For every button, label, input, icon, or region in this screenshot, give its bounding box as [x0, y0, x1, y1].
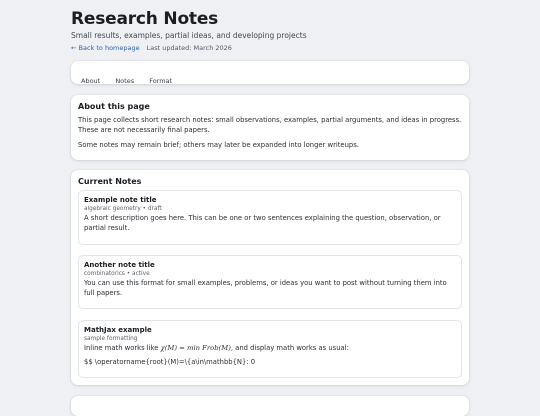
nav-item-notes[interactable]: Notes — [115, 77, 134, 85]
about-heading: About this page — [78, 102, 150, 111]
about-section: About this page This page collects short… — [71, 95, 469, 160]
nav-item-format[interactable]: Format — [149, 77, 172, 85]
note-description: A short description goes here. This can … — [84, 214, 441, 232]
back-to-homepage-link[interactable]: ← Back to homepage — [71, 44, 140, 52]
nav-item-about[interactable]: About — [81, 77, 100, 85]
page-title: Research Notes — [71, 9, 219, 29]
next-section-card — [71, 396, 469, 416]
inline-prefix: Inline math works like — [84, 344, 161, 352]
note-description: You can use this format for small exampl… — [84, 279, 447, 297]
notes-heading: Current Notes — [78, 177, 142, 186]
note-tags: sample formatting — [84, 336, 138, 342]
inline-suffix: , and display math works as usual: — [230, 344, 349, 352]
last-updated-text: Last updated: March 2026 — [146, 44, 232, 52]
note-title: MathJax example — [84, 326, 152, 334]
note-title: Example note title — [84, 196, 157, 204]
note-tags: combinatorics • active — [84, 271, 150, 277]
inline-math: χ(M) = min Frob(M) — [160, 344, 231, 352]
nav-bar: About Notes Format — [71, 61, 469, 85]
note-card: Example note title algebraic geometry • … — [78, 190, 462, 245]
note-description: Inline math works like χ(M) = min Frob(M… — [84, 343, 456, 353]
note-tags: algebraic geometry • draft — [84, 206, 162, 212]
note-title: Another note title — [84, 261, 155, 269]
page-meta: ← Back to homepage Last updated: March 20… — [71, 44, 232, 52]
about-paragraph: This page collects short research notes:… — [78, 116, 462, 134]
current-notes-section: Current Notes Example note title algebra… — [71, 170, 469, 385]
note-card: Another note title combinatorics • activ… — [78, 255, 462, 309]
raw-display-math: $$ \operatorname{root}(M)=\{a\in\mathbb{… — [84, 358, 256, 366]
page-subtitle: Small results, examples, partial ideas, … — [71, 31, 307, 40]
about-paragraph: Some notes may remain brief; others may … — [78, 141, 359, 149]
note-card: MathJax example sample formatting Inline… — [78, 320, 462, 378]
